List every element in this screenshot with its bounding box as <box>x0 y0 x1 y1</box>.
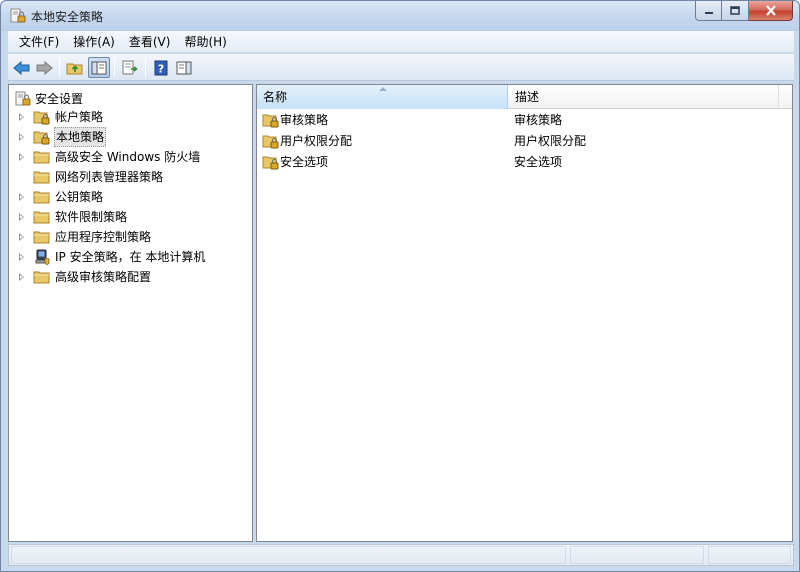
tree-item-network-list-manager[interactable]: 网络列表管理器策略 <box>9 167 252 187</box>
list-item-name: 安全选项 <box>280 155 329 169</box>
sort-ascending-icon <box>379 87 387 91</box>
tree-item-public-key-policies[interactable]: 公钥策略 <box>9 187 252 207</box>
status-panel <box>708 546 791 564</box>
help-button[interactable]: ? <box>150 57 172 78</box>
tree-item-software-restriction[interactable]: 软件限制策略 <box>9 207 252 227</box>
tree-item-local-policies[interactable]: 本地策略 <box>9 127 252 147</box>
svg-text:?: ? <box>158 62 164 75</box>
expand-arrow-icon[interactable] <box>19 193 24 201</box>
window-controls <box>695 1 793 21</box>
show-hide-action-pane-button[interactable] <box>173 57 195 78</box>
list-item-user-rights[interactable]: 用户权限分配 用户权限分配 <box>257 131 792 151</box>
column-header-name-label: 名称 <box>263 90 288 104</box>
folder-icon <box>33 211 50 224</box>
tree-root-security-settings[interactable]: 安全设置 <box>15 88 83 108</box>
maximize-icon <box>730 6 740 15</box>
ip-security-icon <box>35 249 50 265</box>
tree-item-label: 帐户策略 <box>55 110 104 124</box>
expand-arrow-icon[interactable] <box>19 153 24 161</box>
list-item-description: 审核策略 <box>514 113 563 127</box>
tree-item-label: 本地策略 <box>54 127 107 147</box>
toolbar-separator <box>145 58 146 77</box>
tree-item-application-control[interactable]: 应用程序控制策略 <box>9 227 252 247</box>
folder-icon <box>33 151 50 164</box>
help-icon: ? <box>154 60 168 75</box>
up-one-level-button[interactable] <box>64 57 86 78</box>
list-item-audit-policy[interactable]: 审核策略 审核策略 <box>257 110 792 130</box>
column-header-description-label: 描述 <box>515 90 540 104</box>
export-list-button[interactable] <box>119 57 141 78</box>
export-list-icon <box>122 60 138 74</box>
show-hide-action-pane-icon <box>176 61 192 74</box>
expand-arrow-icon[interactable] <box>19 113 24 121</box>
toolbar: ? <box>8 54 794 81</box>
tree-item-label: 高级审核策略配置 <box>55 270 152 284</box>
close-icon <box>765 5 776 16</box>
column-header-description[interactable]: 描述 <box>509 85 779 109</box>
policy-folder-icon <box>262 114 279 128</box>
minimize-icon <box>704 11 713 14</box>
menu-file[interactable]: 文件(F) <box>12 31 66 53</box>
folder-icon <box>33 171 50 184</box>
security-settings-icon <box>15 91 31 105</box>
tree-item-account-policies[interactable]: 帐户策略 <box>9 107 252 127</box>
back-arrow-icon <box>13 60 30 75</box>
list-item-description: 用户权限分配 <box>514 134 587 148</box>
policy-folder-icon <box>33 111 50 125</box>
tree-item-label: 网络列表管理器策略 <box>55 170 164 184</box>
tree-item-advanced-audit[interactable]: 高级审核策略配置 <box>9 267 252 287</box>
forward-button[interactable] <box>33 57 55 78</box>
title-bar[interactable]: 本地安全策略 <box>1 1 799 31</box>
expand-arrow-icon[interactable] <box>19 253 24 261</box>
tree-item-ip-security[interactable]: IP 安全策略，在 本地计算机 <box>9 247 252 267</box>
show-hide-tree-icon <box>91 61 107 74</box>
tree-item-label: 高级安全 Windows 防火墙 <box>55 150 201 164</box>
list-item-description: 安全选项 <box>514 155 563 169</box>
toolbar-separator <box>59 58 60 77</box>
security-policy-app-icon <box>10 8 26 23</box>
menu-view[interactable]: 查看(V) <box>122 31 178 53</box>
forward-arrow-icon <box>36 60 53 75</box>
policy-folder-icon <box>262 135 279 149</box>
folder-icon <box>33 191 50 204</box>
status-panel <box>11 546 566 564</box>
minimize-button[interactable] <box>695 1 722 21</box>
tree-item-label: 软件限制策略 <box>55 210 128 224</box>
folder-icon <box>33 271 50 284</box>
console-tree-pane[interactable]: 安全设置 帐户策略 本地策略 高级安全 Windows 防火墙 网络列表管理器策… <box>8 84 253 542</box>
tree-item-windows-firewall[interactable]: 高级安全 Windows 防火墙 <box>9 147 252 167</box>
back-button[interactable] <box>11 57 33 78</box>
list-item-name: 审核策略 <box>280 113 329 127</box>
expand-arrow-icon[interactable] <box>19 273 24 281</box>
list-item-name: 用户权限分配 <box>280 134 353 148</box>
close-button[interactable] <box>749 1 793 21</box>
policy-folder-icon <box>262 156 279 170</box>
status-bar <box>8 544 794 566</box>
policy-folder-icon <box>33 131 50 145</box>
menu-help[interactable]: 帮助(H) <box>177 31 233 53</box>
menu-bar: 文件(F) 操作(A) 查看(V) 帮助(H) <box>8 31 794 53</box>
tree-item-label: IP 安全策略，在 本地计算机 <box>55 250 206 264</box>
list-item-security-options[interactable]: 安全选项 安全选项 <box>257 152 792 172</box>
tree-item-label: 公钥策略 <box>55 190 104 204</box>
expand-arrow-icon[interactable] <box>19 133 24 141</box>
menu-action[interactable]: 操作(A) <box>66 31 122 53</box>
maximize-button[interactable] <box>722 1 749 21</box>
show-hide-console-tree-button[interactable] <box>88 57 110 78</box>
up-folder-icon <box>66 63 83 74</box>
list-header: 名称 描述 <box>257 85 792 109</box>
expand-arrow-icon[interactable] <box>19 213 24 221</box>
column-header-name[interactable]: 名称 <box>257 85 508 109</box>
folder-icon <box>33 231 50 244</box>
expand-arrow-icon[interactable] <box>19 233 24 241</box>
window-title: 本地安全策略 <box>31 10 104 24</box>
tree-item-label: 应用程序控制策略 <box>55 230 152 244</box>
window: 本地安全策略 文件(F) 操作(A) 查看(V) 帮助(H) ? 安全设置 帐户… <box>0 0 800 572</box>
toolbar-separator <box>114 58 115 77</box>
tree-root-label: 安全设置 <box>35 91 84 106</box>
details-pane[interactable]: 名称 描述 审核策略 审核策略 用户权限分配 用户权限分配 安全选项 安全选项 <box>256 84 793 542</box>
status-panel <box>570 546 704 564</box>
